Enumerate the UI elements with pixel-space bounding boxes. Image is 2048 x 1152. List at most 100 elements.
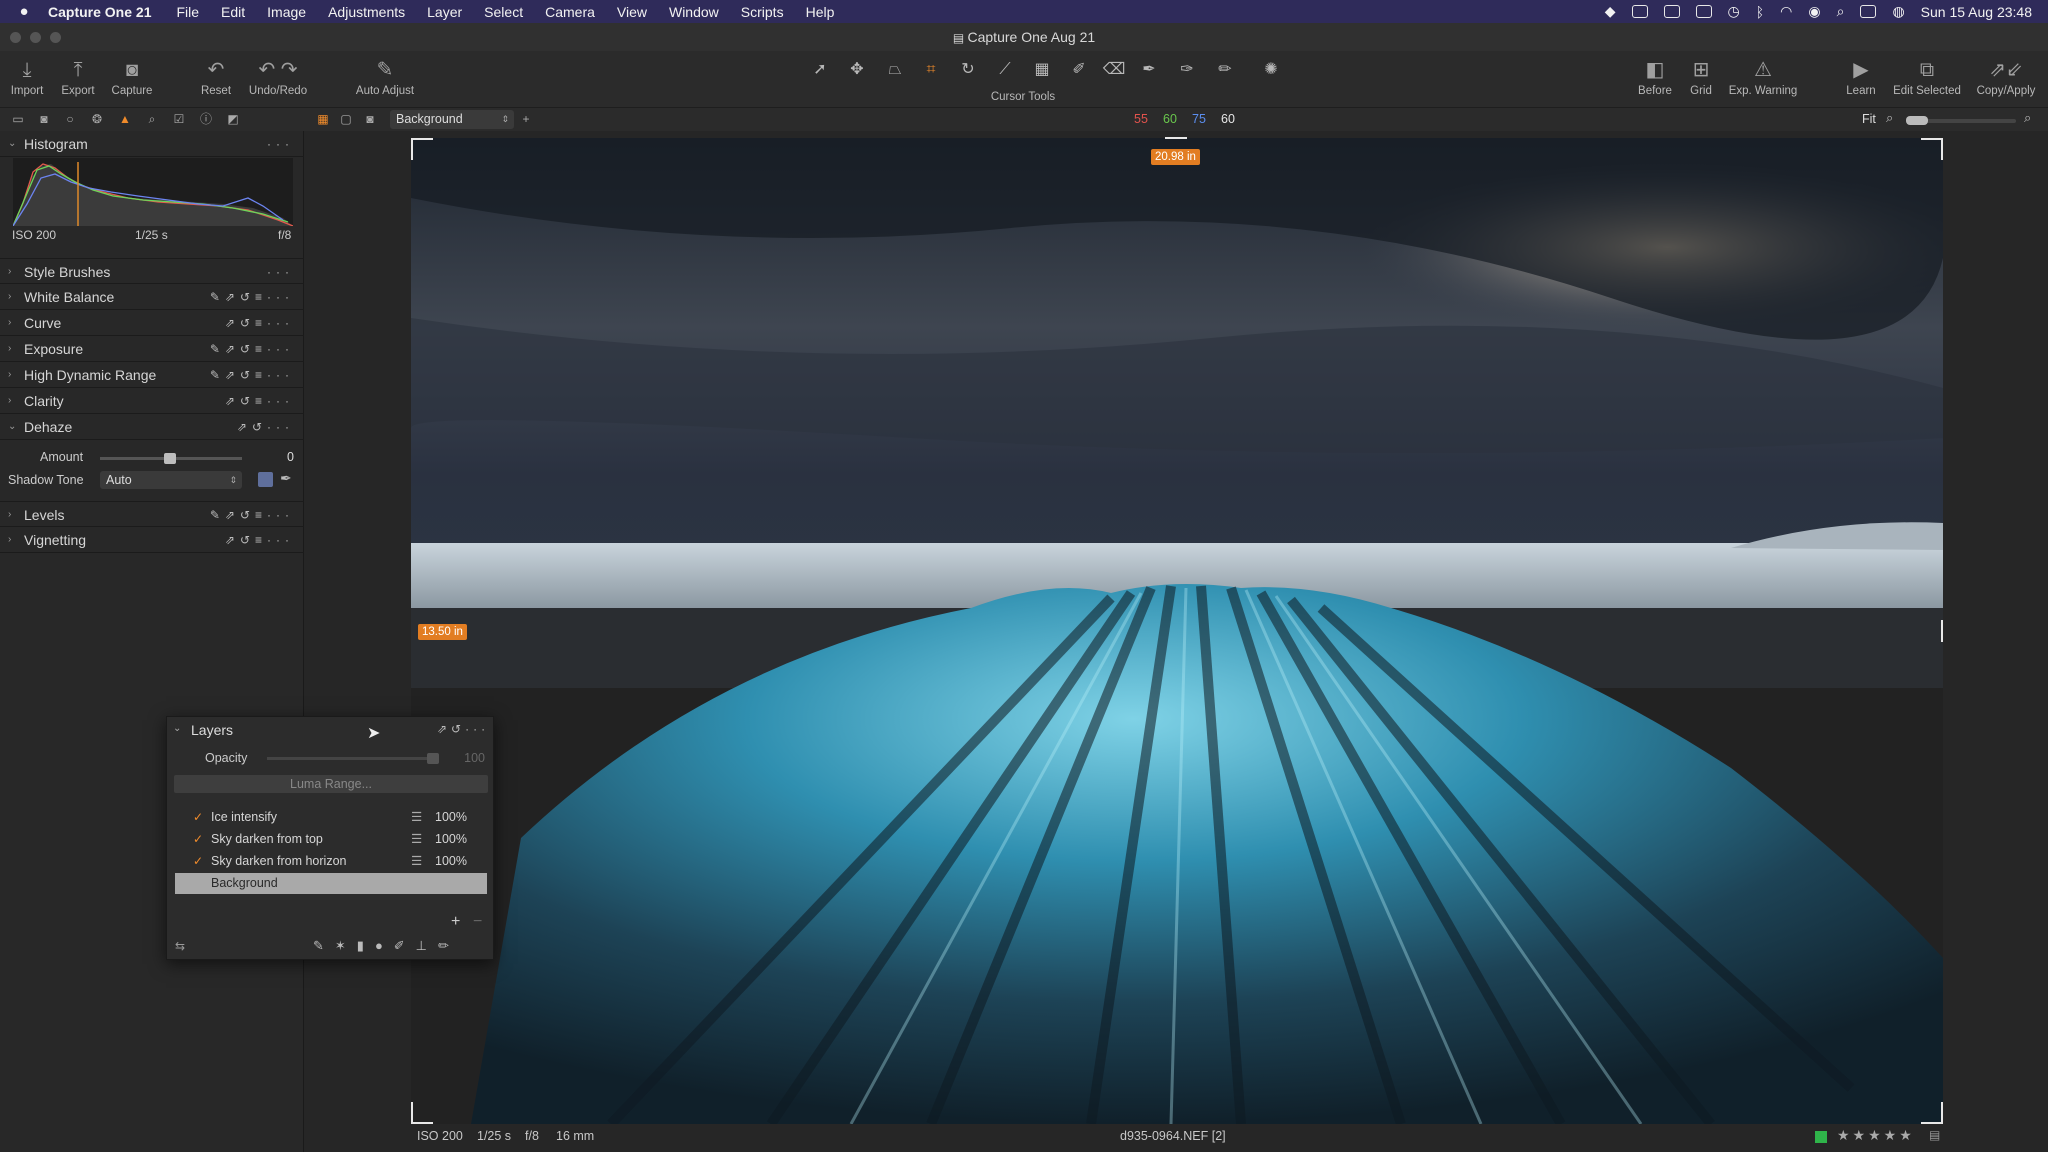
dehaze-amount-slider[interactable] <box>100 453 242 464</box>
layer-opacity-value[interactable]: 100 <box>447 751 485 765</box>
menu-layer[interactable]: Layer <box>416 4 473 20</box>
menu-app-name[interactable]: Capture One 21 <box>48 4 165 20</box>
wifi-icon[interactable]: ◠ <box>1780 3 1792 20</box>
calendar-icon[interactable] <box>1695 5 1712 18</box>
tool-actions-icons[interactable]: ⇗↺≡··· <box>225 310 294 336</box>
crop-edge-handle-right[interactable] <box>1941 620 1943 642</box>
multi-view-icon[interactable]: ▦ <box>315 111 331 127</box>
menu-window[interactable]: Window <box>658 4 730 20</box>
remove-layer-icon[interactable]: − <box>473 913 482 931</box>
layer-brush-tools-icons[interactable]: ✎✶▮●✐⊥✏ <box>313 938 460 954</box>
messages-icon[interactable] <box>1663 5 1680 18</box>
capture-button[interactable]: ◙ Capture <box>108 55 156 97</box>
vignetting-tool-header[interactable]: › Vignetting ⇗↺≡··· <box>0 527 304 553</box>
output-tab-icon[interactable]: ◩ <box>225 111 241 127</box>
menu-select[interactable]: Select <box>473 4 534 20</box>
undo-redo-button[interactable]: ↶ ↷ Undo/Redo <box>246 55 310 97</box>
select-cursor-tool[interactable]: ➚ <box>805 58 835 82</box>
layer-row[interactable]: ✓ Sky darken from top ☰ 100% <box>175 829 487 850</box>
details-tab-icon[interactable]: ⌕ <box>144 111 160 127</box>
star-rating[interactable]: ★★★★★ <box>1837 1127 1915 1144</box>
crop-corner-bottom-left[interactable] <box>411 1102 433 1124</box>
layer-row[interactable]: ✓ Ice intensify ☰ 100% <box>175 807 487 828</box>
layer-row[interactable]: ✓ Sky darken from horizon ☰ 100% <box>175 851 487 872</box>
color-tab-icon[interactable]: ❂ <box>89 111 105 127</box>
style-brushes-tool-header[interactable]: › Style Brushes ··· <box>0 258 304 284</box>
sliders-icon[interactable]: ☰ <box>411 829 422 850</box>
luma-range-button[interactable]: Luma Range... <box>174 775 488 793</box>
capture-tab-icon[interactable]: ◙ <box>36 111 52 127</box>
learn-button[interactable]: ▶ Learn <box>1842 55 1880 97</box>
layer-opacity-slider[interactable] <box>267 753 439 764</box>
sliders-icon[interactable]: ☰ <box>411 851 422 872</box>
auto-adjust-button[interactable]: ✎ Auto Adjust <box>352 55 418 97</box>
menu-image[interactable]: Image <box>256 4 317 20</box>
loading-cursor-tool[interactable]: ✺ <box>1256 58 1286 82</box>
layer-row-selected[interactable]: Background <box>175 873 487 894</box>
minimize-window-button[interactable] <box>30 32 41 43</box>
histogram-tool-header[interactable]: ⌄ Histogram ··· <box>0 131 304 157</box>
heal-cursor-tool[interactable]: ✑ <box>1172 58 1202 82</box>
edit-selected-button[interactable]: ⧉ Edit Selected <box>1890 55 1964 97</box>
gradient-cursor-tool[interactable]: ▦ <box>1027 58 1057 82</box>
menubar-clock[interactable]: Sun 15 Aug 23:48 <box>1921 4 2032 20</box>
add-layer-icon[interactable]: + <box>518 111 534 127</box>
tool-actions-icons[interactable]: ✎⇗↺≡··· <box>210 362 294 388</box>
layer-enabled-checkbox[interactable]: ✓ <box>193 851 203 872</box>
zoom-out-icon[interactable]: ⌕ <box>1886 110 1893 126</box>
clarity-tool-header[interactable]: › Clarity ⇗↺≡··· <box>0 388 304 414</box>
color-tag-swatch[interactable] <box>1815 1131 1827 1143</box>
dropbox-icon[interactable]: ◆ <box>1605 3 1616 20</box>
pan-cursor-tool[interactable]: ✥ <box>842 58 872 82</box>
reset-button[interactable]: ↶ Reset <box>196 55 236 97</box>
tool-actions-icons[interactable]: ✎⇗↺≡··· <box>210 502 294 528</box>
bluetooth-icon[interactable]: ᛒ <box>1756 4 1764 20</box>
exposure-tool-header[interactable]: › Exposure ✎⇗↺≡··· <box>0 336 304 362</box>
export-button[interactable]: ⤒ Export <box>56 55 100 97</box>
crop-corner-top-left[interactable] <box>411 138 433 160</box>
menu-scripts[interactable]: Scripts <box>730 4 795 20</box>
menu-adjustments[interactable]: Adjustments <box>317 4 416 20</box>
menu-view[interactable]: View <box>606 4 658 20</box>
exposure-warning-button[interactable]: ⚠ Exp. Warning <box>1726 55 1800 97</box>
annotate-cursor-tool[interactable]: ✏ <box>1210 58 1240 82</box>
library-tab-icon[interactable]: ▭ <box>10 111 26 127</box>
tool-actions-icons[interactable]: ✎⇗↺≡··· <box>210 284 294 310</box>
import-button[interactable]: ⤓ Import <box>6 55 48 97</box>
menu-edit[interactable]: Edit <box>210 4 256 20</box>
crop-corner-bottom-right[interactable] <box>1921 1102 1943 1124</box>
exposure-tab-icon[interactable]: ▲ <box>117 111 133 127</box>
zoom-window-button[interactable] <box>50 32 61 43</box>
spotlight-search-icon[interactable]: ⌕ <box>1837 3 1845 20</box>
user-icon[interactable]: ◉ <box>1808 3 1820 20</box>
dehaze-amount-thumb[interactable] <box>164 453 176 464</box>
more-options-icon[interactable]: ··· <box>267 131 294 157</box>
keystone-cursor-tool[interactable]: ⏢ <box>880 58 910 82</box>
zoom-in-icon[interactable]: ⌕ <box>2024 110 2031 126</box>
proof-view-icon[interactable]: ◙ <box>362 111 378 127</box>
lens-tab-icon[interactable]: ○ <box>62 111 78 127</box>
metadata-tab-icon[interactable]: ⓘ <box>198 111 214 127</box>
levels-tool-header[interactable]: › Levels ✎⇗↺≡··· <box>0 501 304 527</box>
copy-apply-button[interactable]: ⇗⇙ Copy/Apply <box>1974 55 2038 97</box>
more-info-icon[interactable]: ▤ <box>1929 1128 1940 1142</box>
control-center-icon[interactable] <box>1860 5 1877 18</box>
add-layer-icon[interactable]: + <box>451 913 460 931</box>
crop-cursor-tool[interactable]: ⌗ <box>916 58 946 82</box>
layer-enabled-checkbox[interactable]: ✓ <box>193 829 203 850</box>
layer-enabled-checkbox[interactable]: ✓ <box>193 807 203 828</box>
high-dynamic-range-tool-header[interactable]: › High Dynamic Range ✎⇗↺≡··· <box>0 362 304 388</box>
viewer-photo[interactable] <box>411 138 1943 1124</box>
menu-help[interactable]: Help <box>795 4 846 20</box>
apple-menu-icon[interactable]: ● <box>0 3 48 20</box>
menu-camera[interactable]: Camera <box>534 4 606 20</box>
tool-actions-icons[interactable]: ⇗↺··· <box>237 414 294 440</box>
swap-icon[interactable]: ⇆ <box>175 939 185 953</box>
chevron-down-icon[interactable]: ⌄ <box>173 723 181 734</box>
single-view-icon[interactable]: ▢ <box>338 111 354 127</box>
siri-icon[interactable]: ◍ <box>1892 3 1904 20</box>
dehaze-amount-value[interactable]: 0 <box>254 450 294 464</box>
tool-actions-icons[interactable]: ✎⇗↺≡··· <box>210 336 294 362</box>
zoom-fit-label[interactable]: Fit <box>1862 112 1876 126</box>
layers-panel-actions-icons[interactable]: ⇗↺··· <box>437 722 489 736</box>
